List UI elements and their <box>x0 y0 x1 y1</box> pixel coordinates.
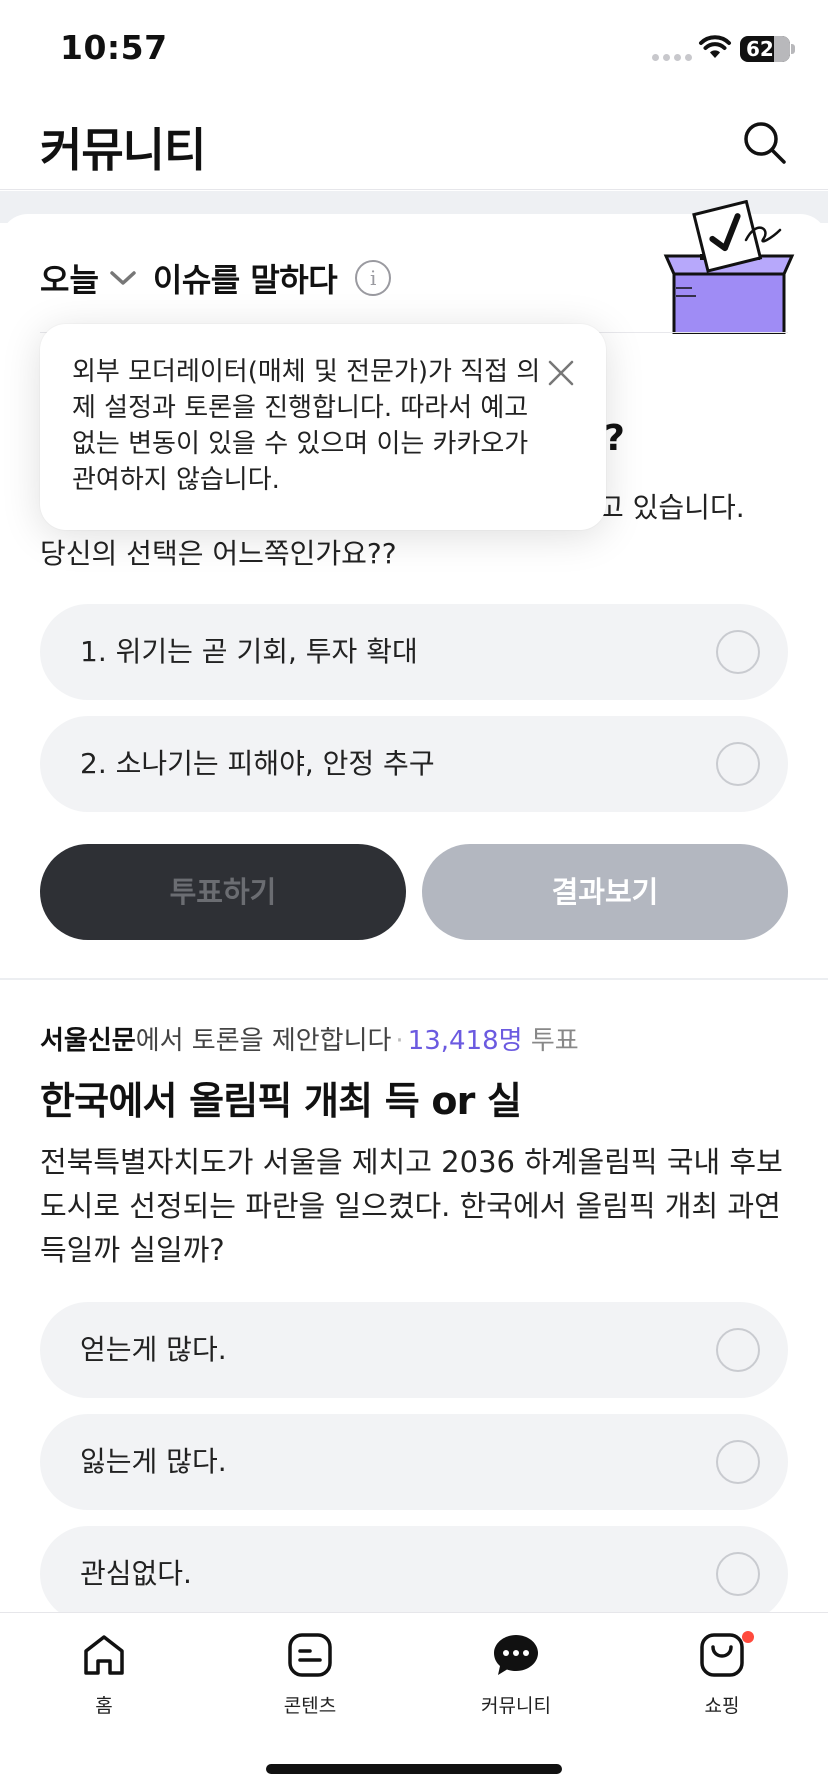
battery-tip <box>791 44 795 54</box>
close-icon[interactable] <box>546 358 576 388</box>
view-results-button[interactable]: 결과보기 <box>422 844 788 940</box>
chevron-down-icon[interactable] <box>109 269 137 287</box>
radio-button[interactable] <box>716 630 760 674</box>
cellular-signal-icon <box>652 54 692 61</box>
tab-content[interactable]: 콘텐츠 <box>240 1629 380 1718</box>
status-time: 10:57 <box>60 28 168 67</box>
proposal-org[interactable]: 서울신문 <box>40 1026 136 1056</box>
community-icon <box>494 1635 538 1675</box>
home-icon <box>84 1635 124 1675</box>
issue-header: 오늘 이슈를 말하다 i <box>40 255 392 301</box>
tab-label: 콘텐츠 <box>283 1695 337 1717</box>
radio-button[interactable] <box>716 1328 760 1372</box>
option-label: 2. 소나기는 피해야, 안정 추구 <box>80 747 435 780</box>
content-icon <box>288 1633 332 1677</box>
tab-shopping[interactable]: 쇼핑 <box>652 1629 792 1718</box>
info-icon[interactable]: i <box>355 260 392 296</box>
question-description-fragment: 고 있습니다. <box>598 491 745 524</box>
info-tooltip: 외부 모더레이터(매체 및 전문가)가 직접 의제 설정과 토론을 진행합니다.… <box>40 324 606 530</box>
status-bar: 10:57 62 <box>0 0 828 96</box>
battery-indicator: 62 <box>740 36 790 62</box>
poll-option[interactable]: 잃는게 많다. <box>40 1414 788 1510</box>
vote-button[interactable]: 투표하기 <box>40 844 406 940</box>
question-description: 당신의 선택은 어느쪽인가요?? <box>40 537 397 570</box>
vote-count-label: 투표 <box>530 1026 579 1056</box>
shopping-icon <box>700 1633 744 1677</box>
tab-community[interactable]: 커뮤니티 <box>446 1629 586 1718</box>
radio-button[interactable] <box>716 1552 760 1596</box>
search-icon[interactable] <box>740 118 788 166</box>
tooltip-text: 외부 모더레이터(매체 및 전문가)가 직접 의제 설정과 토론을 진행합니다.… <box>72 357 541 495</box>
ballot-box-illustration <box>663 200 795 334</box>
option-label: 얻는게 많다. <box>80 1333 227 1366</box>
tab-label: 커뮤니티 <box>481 1695 551 1717</box>
page-title: 커뮤니티 <box>40 123 206 177</box>
question-title-fragment: ? <box>604 418 625 459</box>
tab-label: 홈 <box>95 1695 113 1717</box>
poll-option[interactable]: 관심없다. <box>40 1526 788 1622</box>
poll-option[interactable]: 얻는게 많다. <box>40 1302 788 1398</box>
vote-count: 13,418명 <box>407 1026 523 1056</box>
battery-level: 62 <box>746 37 774 61</box>
home-indicator[interactable] <box>266 1764 562 1774</box>
tab-home[interactable]: 홈 <box>34 1629 174 1718</box>
wifi-icon <box>699 35 731 58</box>
notification-badge <box>742 1631 754 1643</box>
option-label: 1. 위기는 곧 기회, 투자 확대 <box>80 635 418 668</box>
day-selector[interactable]: 오늘 <box>40 255 99 301</box>
separator-dot: · <box>395 1026 404 1056</box>
poll-option[interactable]: 2. 소나기는 피해야, 안정 추구 <box>40 716 788 812</box>
app-header: 커뮤니티 <box>0 96 828 190</box>
radio-button[interactable] <box>716 742 760 786</box>
topic-title: 한국에서 올림픽 개최 득 or 실 <box>40 1079 522 1123</box>
topic-description: 전북특별자치도가 서울을 제치고 2036 하계올림픽 국내 후보도시로 선정되… <box>40 1145 783 1267</box>
option-label: 관심없다. <box>80 1557 192 1590</box>
proposal-text: 에서 토론을 제안합니다 <box>135 1026 392 1056</box>
issue-section-title: 이슈를 말하다 <box>152 261 338 299</box>
proposal-meta: 서울신문에서 토론을 제안합니다 · 13,418명 투표 <box>40 1020 579 1057</box>
poll-option[interactable]: 1. 위기는 곧 기회, 투자 확대 <box>40 604 788 700</box>
radio-button[interactable] <box>716 1440 760 1484</box>
section-divider <box>0 978 828 980</box>
tab-label: 쇼핑 <box>704 1695 740 1717</box>
option-label: 잃는게 많다. <box>80 1445 227 1478</box>
